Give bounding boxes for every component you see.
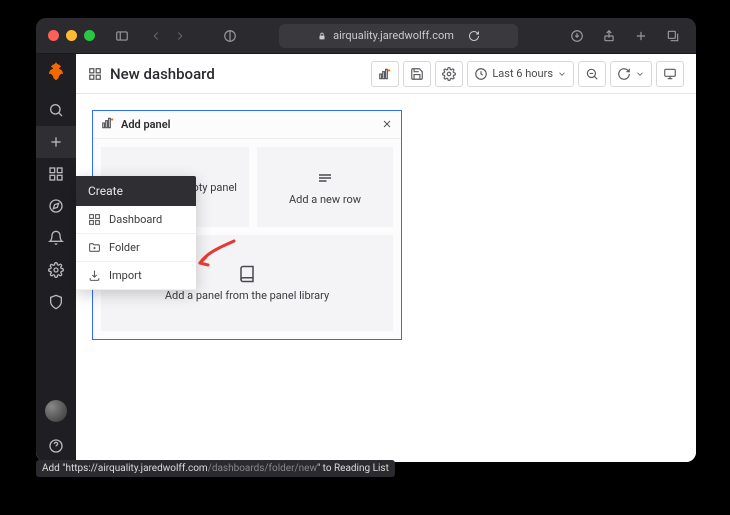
titlebar-right <box>566 25 684 47</box>
app-body: Create Dashboard Folder Import <box>36 54 696 462</box>
refresh-button[interactable] <box>610 61 652 87</box>
sidebar-help[interactable] <box>36 430 76 462</box>
tabs-icon[interactable] <box>662 25 684 47</box>
sidebar-alerting[interactable] <box>36 222 76 254</box>
sidebar-explore[interactable] <box>36 190 76 222</box>
browser-window: airquality.jaredwolff.com <box>36 18 696 462</box>
time-range-picker[interactable]: Last 6 hours <box>467 61 574 87</box>
bar-chart-plus-icon <box>101 115 115 134</box>
save-icon <box>410 67 424 81</box>
topbar: New dashboard Last 6 hours <box>76 54 696 94</box>
gear-icon <box>442 67 456 81</box>
add-library-panel-label: Add a panel from the panel library <box>165 289 329 302</box>
grafana-logo[interactable] <box>44 60 68 84</box>
window-controls <box>48 30 95 41</box>
tooltip-dim: /dashboards/folder/new <box>208 463 317 474</box>
chevron-down-icon <box>635 69 645 79</box>
share-icon[interactable] <box>598 25 620 47</box>
nav-buttons <box>145 25 191 47</box>
add-empty-panel-label: oty panel <box>192 181 237 194</box>
maximize-window-button[interactable] <box>84 30 95 41</box>
zoom-out-button[interactable] <box>578 61 606 87</box>
dashboard-settings-button[interactable] <box>435 61 463 87</box>
refresh-icon[interactable] <box>468 30 480 42</box>
save-dashboard-button[interactable] <box>403 61 431 87</box>
reading-list-tooltip: Add "https://airquality.jaredwolff.com/d… <box>36 460 395 477</box>
user-avatar[interactable] <box>45 400 67 422</box>
tooltip-prefix: Add "https://airquality.jaredwolff.com <box>42 463 208 474</box>
create-folder-label: Folder <box>109 241 140 254</box>
sidebar-search[interactable] <box>36 94 76 126</box>
create-import-label: Import <box>109 269 142 282</box>
forward-button[interactable] <box>169 25 191 47</box>
downloads-icon[interactable] <box>566 25 588 47</box>
create-menu: Create Dashboard Folder Import <box>76 176 196 290</box>
monitor-icon <box>663 67 677 81</box>
sidebar-create[interactable] <box>36 126 76 158</box>
sidebar-admin[interactable] <box>36 286 76 318</box>
book-icon <box>238 265 256 283</box>
refresh-icon <box>617 67 631 81</box>
create-import-item[interactable]: Import <box>76 262 196 290</box>
dashboard-icon <box>88 67 102 81</box>
titlebar: airquality.jaredwolff.com <box>36 18 696 54</box>
add-panel-button[interactable] <box>371 61 399 87</box>
create-menu-header: Create <box>76 176 196 206</box>
tv-mode-button[interactable] <box>656 61 684 87</box>
grid-icon <box>88 213 101 226</box>
url-bar[interactable]: airquality.jaredwolff.com <box>279 24 518 48</box>
bar-chart-plus-icon <box>378 67 392 81</box>
create-dashboard-label: Dashboard <box>109 213 162 226</box>
add-new-row-card[interactable]: Add a new row <box>257 147 393 227</box>
chevron-down-icon <box>557 69 567 79</box>
import-icon <box>88 269 101 282</box>
create-dashboard-item[interactable]: Dashboard <box>76 206 196 234</box>
shield-icon[interactable] <box>219 25 241 47</box>
add-panel-title: Add panel <box>121 118 170 131</box>
close-add-panel-button[interactable] <box>381 115 393 134</box>
folder-icon <box>88 241 101 254</box>
page-title: New dashboard <box>110 65 215 83</box>
sidebar-toggle-icon[interactable] <box>111 25 133 47</box>
close-icon <box>381 118 393 130</box>
time-range-label: Last 6 hours <box>492 67 553 80</box>
tooltip-suffix: " to Reading List <box>317 463 389 474</box>
top-actions: Last 6 hours <box>371 61 684 87</box>
back-button[interactable] <box>145 25 167 47</box>
url-text: airquality.jaredwolff.com <box>333 29 454 42</box>
page-title-wrap: New dashboard <box>88 65 215 83</box>
minimize-window-button[interactable] <box>66 30 77 41</box>
zoom-out-icon <box>585 67 599 81</box>
sidebar-configuration[interactable] <box>36 254 76 286</box>
sidebar-dashboards[interactable] <box>36 158 76 190</box>
create-folder-item[interactable]: Folder <box>76 234 196 262</box>
clock-icon <box>474 67 488 81</box>
add-new-row-label: Add a new row <box>289 193 361 206</box>
add-panel-header: Add panel <box>93 111 401 139</box>
lock-icon <box>317 31 327 41</box>
row-icon <box>316 169 334 187</box>
close-window-button[interactable] <box>48 30 59 41</box>
sidebar <box>36 54 76 462</box>
new-tab-icon[interactable] <box>630 25 652 47</box>
